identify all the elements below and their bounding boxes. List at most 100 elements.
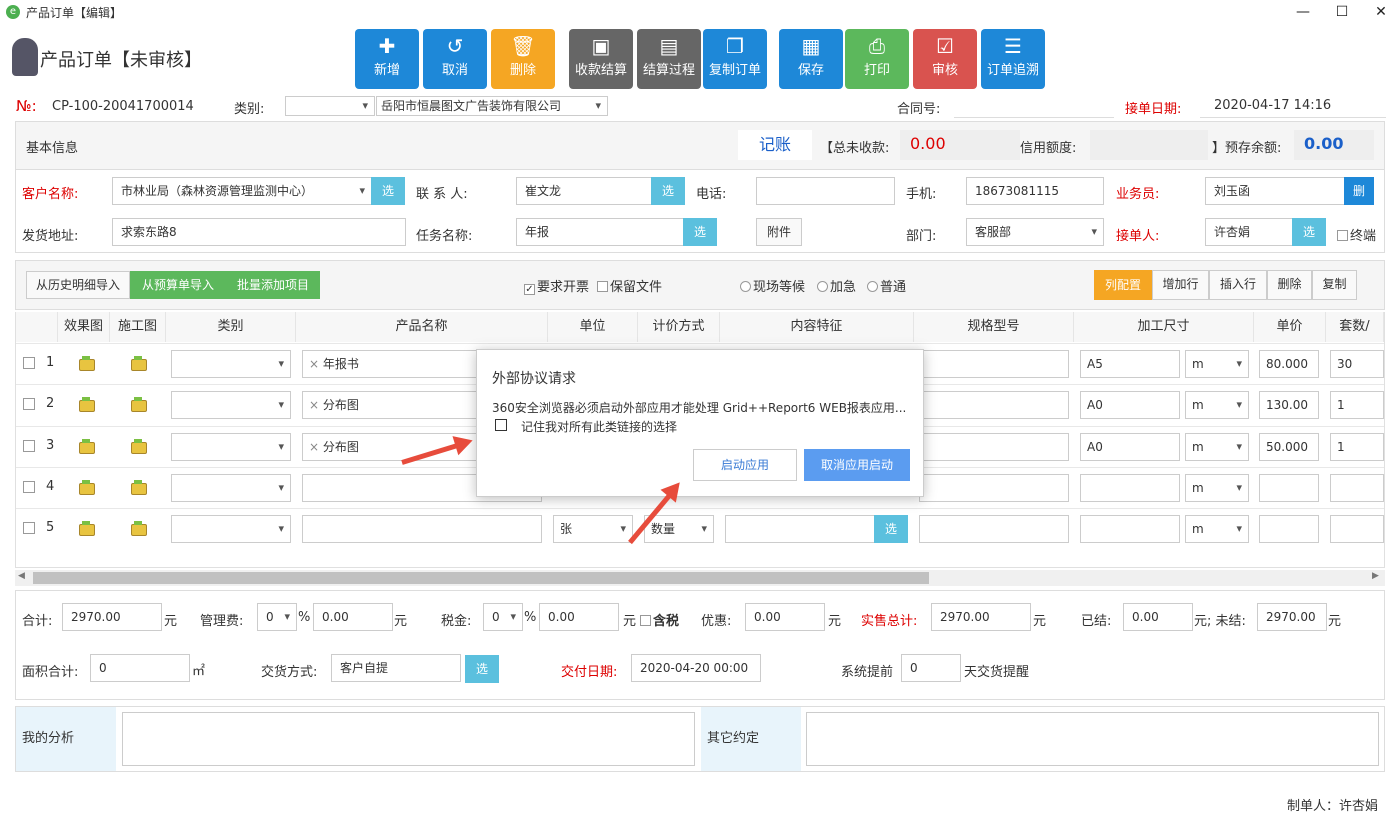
- price-input[interactable]: [1259, 515, 1319, 544]
- customer-select-button[interactable]: 选: [371, 177, 405, 205]
- row-checkbox[interactable]: [23, 398, 35, 411]
- column-config-button[interactable]: 列配置: [1094, 270, 1152, 300]
- price-input[interactable]: 80.000: [1259, 350, 1319, 378]
- row-checkbox[interactable]: [23, 439, 35, 452]
- receiver-select-button[interactable]: 选: [1292, 218, 1326, 246]
- toolbar-button-5[interactable]: ❐ 复制订单: [703, 29, 767, 89]
- urgent-radio[interactable]: 加急: [817, 276, 856, 295]
- size-unit-select[interactable]: m: [1185, 515, 1249, 544]
- toolbar-button-2[interactable]: 🗑 删除: [491, 29, 555, 89]
- sets-input[interactable]: [1330, 473, 1384, 502]
- settled-input[interactable]: 0.00: [1123, 603, 1193, 631]
- remember-checkbox[interactable]: [495, 419, 507, 431]
- construction-image-folder-icon[interactable]: [131, 397, 147, 413]
- category-select[interactable]: [171, 473, 291, 502]
- launch-app-button[interactable]: 启动应用: [693, 449, 797, 481]
- terminal-checkbox[interactable]: 终端: [1337, 225, 1376, 244]
- toolbar-button-6[interactable]: ▦ 保存: [779, 29, 843, 89]
- sales-input[interactable]: 刘玉函: [1205, 177, 1345, 205]
- order-type-select[interactable]: [285, 96, 375, 116]
- price-input[interactable]: 50.000: [1259, 432, 1319, 461]
- toolbar-button-7[interactable]: ⎙ 打印: [845, 29, 909, 89]
- effect-image-folder-icon[interactable]: [79, 356, 95, 371]
- tax-included-checkbox[interactable]: 含税: [640, 610, 679, 629]
- delete-row-button[interactable]: 删除: [1267, 270, 1312, 300]
- tax-input[interactable]: 0.00: [539, 603, 619, 631]
- onsite-radio[interactable]: 现场等候: [740, 276, 805, 295]
- spec-input[interactable]: [919, 473, 1069, 502]
- delivery-select-button[interactable]: 选: [465, 655, 499, 683]
- sales-delete-button[interactable]: 删: [1344, 177, 1374, 205]
- row-checkbox[interactable]: [23, 522, 35, 535]
- size-input[interactable]: A0: [1080, 391, 1180, 420]
- size-input[interactable]: [1080, 473, 1180, 502]
- actual-total-input[interactable]: 2970.00: [931, 603, 1031, 631]
- scroll-left-icon[interactable]: ◀: [18, 571, 25, 581]
- import-history-button[interactable]: 从历史明细导入: [26, 271, 130, 299]
- minimize-icon[interactable]: —: [1288, 2, 1318, 22]
- add-row-button[interactable]: 增加行: [1152, 270, 1209, 300]
- toolbar-button-8[interactable]: ☑ 审核: [913, 29, 977, 89]
- construction-image-folder-icon[interactable]: [131, 479, 147, 495]
- copy-row-button[interactable]: 复制: [1312, 270, 1357, 300]
- tax-rate-select[interactable]: 0: [483, 603, 523, 631]
- category-select[interactable]: [171, 515, 291, 544]
- price-input[interactable]: 130.00: [1259, 391, 1319, 420]
- batch-add-button[interactable]: 批量添加项目: [226, 271, 320, 299]
- contact-select-button[interactable]: 选: [651, 177, 685, 205]
- mobile-input[interactable]: 18673081115: [966, 177, 1104, 205]
- unsettled-input[interactable]: 2970.00: [1257, 603, 1327, 631]
- size-unit-select[interactable]: m: [1185, 350, 1249, 378]
- sets-input[interactable]: 1: [1330, 432, 1384, 461]
- size-input[interactable]: [1080, 515, 1180, 544]
- content-select-button[interactable]: 选: [874, 515, 908, 544]
- maximize-icon[interactable]: ☐: [1327, 2, 1357, 22]
- area-input[interactable]: 0: [90, 654, 190, 682]
- toolbar-button-3[interactable]: ▣ 收款结算: [569, 29, 633, 89]
- analysis-textarea[interactable]: [122, 712, 695, 766]
- contact-input[interactable]: 崔文龙: [516, 177, 652, 205]
- toolbar-button-0[interactable]: ✚ 新增: [355, 29, 419, 89]
- toolbar-button-1[interactable]: ↺ 取消: [423, 29, 487, 89]
- effect-image-folder-icon[interactable]: [79, 438, 95, 454]
- sets-input[interactable]: 1: [1330, 391, 1384, 420]
- customer-name-select[interactable]: 市林业局（森林资源管理监测中心）: [112, 177, 372, 205]
- toolbar-button-4[interactable]: ▤ 结算过程: [637, 29, 701, 89]
- spec-input[interactable]: [919, 515, 1069, 544]
- task-input[interactable]: 年报: [516, 218, 684, 246]
- cancel-launch-button[interactable]: 取消应用启动: [804, 449, 910, 481]
- contract-input[interactable]: [954, 117, 1114, 118]
- category-select[interactable]: [171, 350, 291, 378]
- row-checkbox[interactable]: [23, 480, 35, 493]
- row-checkbox[interactable]: [23, 357, 35, 369]
- effect-image-folder-icon[interactable]: [79, 397, 95, 413]
- receiver-input[interactable]: 许杏娟: [1205, 218, 1293, 246]
- address-input[interactable]: 求索东路8: [112, 218, 406, 246]
- mgmt-input[interactable]: 0.00: [313, 603, 393, 631]
- due-date-input[interactable]: 2020-04-20 00:00: [631, 654, 761, 682]
- sets-input[interactable]: [1330, 515, 1384, 544]
- other-agreement-textarea[interactable]: [806, 712, 1379, 766]
- sum-input[interactable]: 2970.00: [62, 603, 162, 631]
- construction-image-folder-icon[interactable]: [131, 438, 147, 454]
- close-icon[interactable]: ✕: [1366, 2, 1396, 22]
- remove-tag-icon[interactable]: ×: [309, 398, 323, 412]
- size-unit-select[interactable]: m: [1185, 473, 1249, 502]
- price-input[interactable]: [1259, 473, 1319, 502]
- task-select-button[interactable]: 选: [683, 218, 717, 246]
- size-input[interactable]: A5: [1080, 350, 1180, 378]
- size-unit-select[interactable]: m: [1185, 432, 1249, 461]
- content-input[interactable]: [725, 515, 875, 544]
- remove-tag-icon[interactable]: ×: [309, 440, 323, 454]
- toolbar-button-9[interactable]: ☰ 订单追溯: [981, 29, 1045, 89]
- spec-input[interactable]: [919, 391, 1069, 420]
- construction-image-folder-icon[interactable]: [131, 356, 147, 371]
- import-budget-button[interactable]: 从预算单导入: [130, 271, 226, 299]
- mgmt-rate-select[interactable]: 0: [257, 603, 297, 631]
- company-select[interactable]: 岳阳市恒晨图文广告装饰有限公司: [376, 96, 608, 116]
- remove-tag-icon[interactable]: ×: [309, 357, 323, 371]
- effect-image-folder-icon[interactable]: [79, 479, 95, 495]
- construction-image-folder-icon[interactable]: [131, 521, 147, 537]
- category-select[interactable]: [171, 432, 291, 461]
- effect-image-folder-icon[interactable]: [79, 521, 95, 537]
